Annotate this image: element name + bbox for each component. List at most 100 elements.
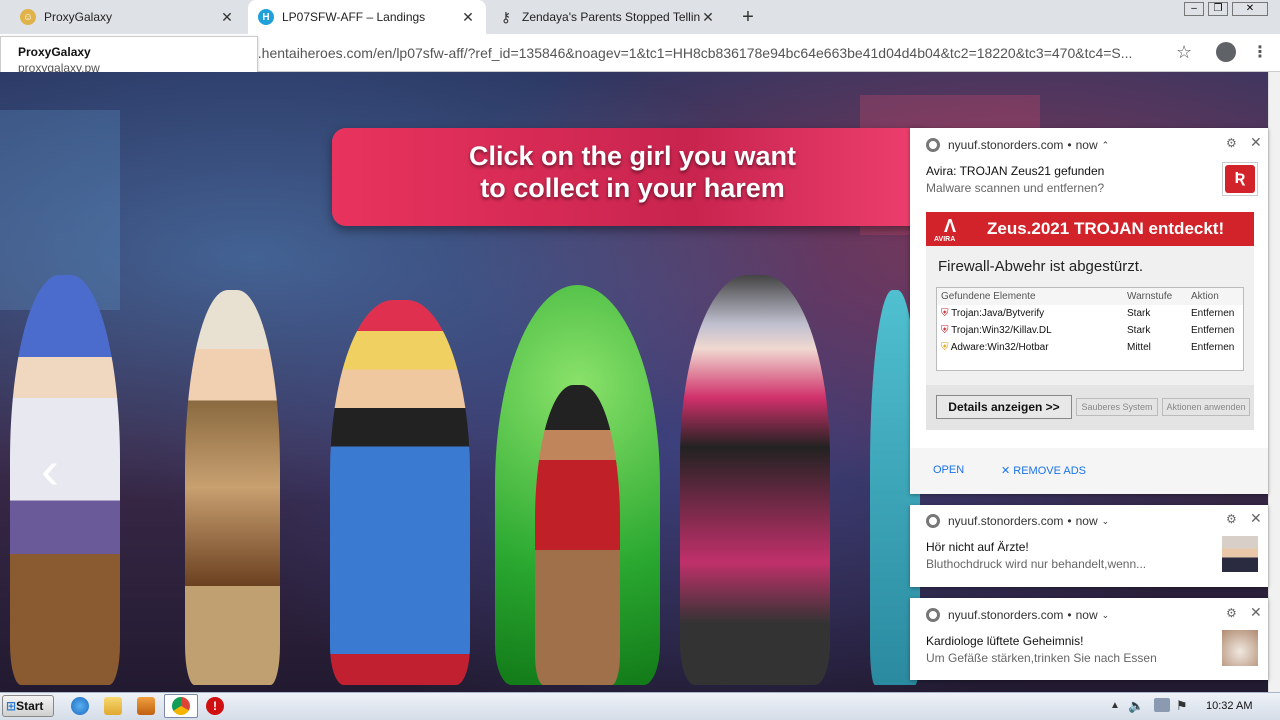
notification-title: Avira: TROJAN Zeus21 gefunden — [926, 164, 1105, 178]
notification-time: now — [1075, 514, 1098, 528]
character-4[interactable] — [535, 385, 620, 685]
notification-source: nyuuf.stonorders.com — [948, 514, 1064, 528]
internet-explorer-icon[interactable] — [71, 697, 89, 715]
url-field[interactable]: g.hentaiheroes.com/en/lp07sfw-aff/?ref_i… — [250, 40, 1200, 66]
chrome-icon — [926, 138, 940, 152]
key-icon: ⚷ — [500, 8, 512, 25]
start-label: Start — [16, 699, 44, 713]
threat-level: Mittel — [1127, 342, 1151, 353]
prev-arrow-button[interactable]: ‹ — [30, 440, 70, 500]
close-icon: ✕ — [1001, 465, 1014, 477]
table-row: ⛨ Adware:Win32/Hotbar Mittel Entfernen — [937, 339, 1243, 356]
character-5[interactable] — [680, 275, 830, 685]
media-player-icon[interactable] — [137, 697, 155, 715]
minimize-icon[interactable]: – — [1184, 2, 1204, 16]
chevron-down-icon[interactable]: ⌄ — [1102, 516, 1110, 527]
tab-label: LP07SFW-AFF – Landings — [282, 10, 426, 24]
tab-zendaya[interactable]: ⚷ Zendaya's Parents Stopped Telling H ✕ — [488, 0, 726, 34]
column-header: Warnstufe — [1127, 291, 1173, 302]
clean-system-button: Sauberes System — [1076, 398, 1158, 416]
gear-icon[interactable]: ⚙ — [1226, 512, 1237, 526]
open-button[interactable]: OPEN — [933, 464, 964, 476]
gear-icon[interactable]: ⚙ — [1226, 606, 1237, 620]
notification-title: Hör nicht auf Ärzte! — [926, 540, 1029, 554]
proxygalaxy-icon: ☺ — [20, 9, 36, 25]
notification-source: nyuuf.stonorders.com — [948, 608, 1064, 622]
shield-icon: ⛨ — [941, 308, 949, 319]
avira-header-text: Zeus.2021 TROJAN entdeckt! — [987, 219, 1225, 238]
hentaiheroes-icon: H — [258, 9, 274, 25]
notification-body: Malware scannen und entfernen? — [926, 181, 1105, 195]
table-row: ⛨ Trojan:Java/Bytverify Stark Entfernen — [937, 305, 1243, 322]
flag-icon[interactable]: ⚑ — [1176, 698, 1188, 714]
notification-time: now — [1075, 608, 1098, 622]
headline-line-2: to collect in your harem — [480, 173, 785, 203]
menu-dots-icon[interactable]: ⋮ — [1252, 42, 1268, 62]
windows-logo-icon: ⊞ — [6, 699, 17, 713]
column-header: Gefundene Elemente — [941, 291, 1036, 302]
notification-title: Kardiologe lüftete Geheimnis! — [926, 634, 1084, 648]
close-icon[interactable]: ✕ — [1250, 510, 1262, 527]
headline-line-1: Click on the girl you want — [468, 141, 797, 171]
window-controls: – ❐ ✕ — [1184, 2, 1274, 18]
remove-ads-button[interactable]: ✕ REMOVE ADS — [1001, 464, 1086, 477]
character-2[interactable] — [185, 290, 280, 685]
chevron-down-icon[interactable]: ⌄ — [1102, 610, 1110, 621]
notification-time: now — [1075, 138, 1098, 152]
avira-subtitle: Firewall-Abwehr ist abgestürzt. — [938, 258, 1144, 275]
new-tab-button[interactable]: + — [736, 5, 760, 29]
notification-body: Bluthochdruck wird nur behandelt,wenn... — [926, 557, 1147, 571]
threat-action: Entfernen — [1191, 308, 1235, 319]
folder-icon[interactable] — [104, 697, 122, 715]
threat-name: Trojan:Java/Bytverify — [951, 308, 1045, 319]
notification-source: nyuuf.stonorders.com — [948, 138, 1064, 152]
close-icon[interactable]: ✕ — [1250, 604, 1262, 621]
avira-brand: AVIRA — [934, 236, 956, 243]
doctor-thumbnail — [1222, 536, 1258, 572]
threat-action: Entfernen — [1191, 342, 1235, 353]
notification-header: nyuuf.stonorders.com • now ⌃ — [926, 138, 1166, 152]
threat-action: Entfernen — [1191, 325, 1235, 336]
tray-expand-icon[interactable]: ▲ — [1110, 700, 1120, 711]
notification-header: nyuuf.stonorders.com • now ⌄ — [926, 608, 1166, 622]
start-button[interactable]: ⊞Start — [2, 695, 54, 717]
scrollbar[interactable] — [1268, 72, 1280, 692]
hover-card-title: ProxyGalaxy — [18, 45, 91, 59]
restore-icon[interactable]: ❐ — [1208, 2, 1228, 16]
chevron-up-icon[interactable]: ⌃ — [1102, 140, 1110, 151]
tab-proxygalaxy[interactable]: ☺ ProxyGalaxy ✕ — [10, 0, 245, 34]
shield-icon: ⛨ — [941, 342, 949, 353]
network-icon[interactable] — [1154, 698, 1170, 712]
close-icon[interactable]: ✕ — [700, 9, 716, 26]
details-button: Details anzeigen >> — [936, 395, 1072, 419]
clock: 10:32 AM — [1206, 700, 1253, 712]
shield-icon: ⛨ — [941, 325, 949, 336]
apply-actions-button: Aktionen anwenden — [1162, 398, 1250, 416]
table-row: ⛨ Trojan:Win32/Killav.DL Stark Entfernen — [937, 322, 1243, 339]
avira-logo-icon: Ʀ — [1222, 162, 1258, 196]
avira-results-table: Gefundene Elemente Warnstufe Aktion ⛨ Tr… — [936, 287, 1244, 371]
threat-name: Trojan:Win32/Killav.DL — [951, 325, 1052, 336]
headline-text: Click on the girl you want to collect in… — [400, 140, 865, 204]
tab-label: ProxyGalaxy — [44, 10, 113, 24]
close-icon[interactable]: ✕ — [460, 9, 476, 26]
notification-header: nyuuf.stonorders.com • now ⌄ — [926, 514, 1166, 528]
chrome-icon — [926, 608, 940, 622]
notification-body: Um Gefäße stärken,trinken Sie nach Essen — [926, 651, 1157, 665]
bookmark-star-icon[interactable]: ☆ — [1176, 42, 1192, 63]
profile-avatar-icon[interactable] — [1216, 42, 1236, 62]
close-icon[interactable]: ✕ — [219, 9, 235, 26]
chrome-icon — [926, 514, 940, 528]
avira-logo-icon: Ʌ — [944, 216, 957, 236]
volume-icon[interactable]: 🔈 — [1128, 698, 1144, 714]
close-window-icon[interactable]: ✕ — [1232, 2, 1268, 16]
tab-label: Zendaya's Parents Stopped Telling H — [522, 10, 700, 24]
chrome-icon — [172, 697, 190, 715]
character-3[interactable] — [330, 300, 470, 685]
alert-app-icon[interactable]: ! — [206, 697, 224, 715]
drink-thumbnail — [1222, 630, 1258, 666]
remove-ads-label: REMOVE ADS — [1013, 465, 1087, 477]
gear-icon[interactable]: ⚙ — [1226, 136, 1237, 150]
tab-landings[interactable]: H LP07SFW-AFF – Landings ✕ — [248, 0, 486, 34]
close-icon[interactable]: ✕ — [1250, 134, 1262, 151]
